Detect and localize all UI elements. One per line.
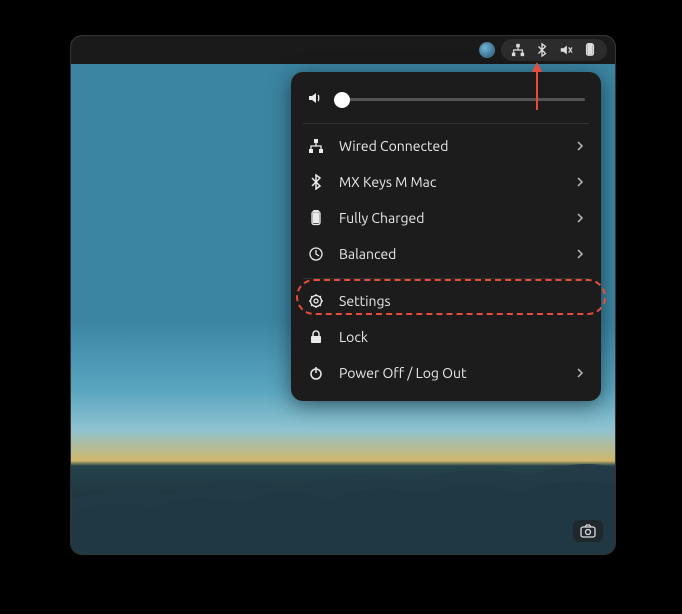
input-source-indicator[interactable] bbox=[479, 42, 495, 58]
volume-row bbox=[291, 82, 601, 123]
top-bar bbox=[71, 36, 615, 64]
desktop: Wired Connected MX Keys M Mac Fully Char… bbox=[70, 35, 616, 555]
menu-item-label: Lock bbox=[339, 329, 585, 345]
chevron-right-icon bbox=[575, 174, 585, 190]
lock-icon bbox=[307, 329, 325, 345]
battery-icon bbox=[307, 210, 325, 226]
bluetooth-icon bbox=[307, 174, 325, 190]
menu-item-label: Wired Connected bbox=[339, 138, 561, 154]
chevron-right-icon bbox=[575, 246, 585, 262]
screenshot-button[interactable] bbox=[573, 520, 603, 542]
wallpaper-clouds bbox=[71, 394, 616, 554]
settings-icon bbox=[307, 293, 325, 309]
battery-menu-item[interactable]: Fully Charged bbox=[291, 200, 601, 236]
lock-menu-item[interactable]: Lock bbox=[291, 319, 601, 355]
chevron-right-icon bbox=[575, 365, 585, 381]
menu-divider bbox=[303, 278, 589, 279]
volume-muted-icon bbox=[559, 43, 573, 57]
menu-item-label: MX Keys M Mac bbox=[339, 174, 561, 190]
network-menu-item[interactable]: Wired Connected bbox=[291, 128, 601, 164]
chevron-right-icon bbox=[575, 138, 585, 154]
chevron-right-icon bbox=[575, 210, 585, 226]
menu-divider bbox=[303, 123, 589, 124]
battery-full-icon bbox=[583, 43, 597, 57]
volume-slider[interactable] bbox=[335, 98, 585, 101]
power-icon bbox=[307, 365, 325, 381]
power-mode-icon bbox=[307, 246, 325, 262]
bluetooth-menu-item[interactable]: MX Keys M Mac bbox=[291, 164, 601, 200]
menu-item-label: Balanced bbox=[339, 246, 561, 262]
bluetooth-icon bbox=[535, 43, 549, 57]
volume-slider-thumb[interactable] bbox=[334, 92, 350, 108]
menu-item-label: Power Off / Log Out bbox=[339, 365, 561, 381]
power-off-menu-item[interactable]: Power Off / Log Out bbox=[291, 355, 601, 391]
power-mode-menu-item[interactable]: Balanced bbox=[291, 236, 601, 272]
system-menu: Wired Connected MX Keys M Mac Fully Char… bbox=[291, 72, 601, 401]
menu-item-label: Fully Charged bbox=[339, 210, 561, 226]
system-tray[interactable] bbox=[501, 39, 607, 61]
menu-item-label: Settings bbox=[339, 293, 585, 309]
volume-icon bbox=[307, 90, 323, 109]
network-wired-icon bbox=[307, 138, 325, 154]
network-wired-icon bbox=[511, 43, 525, 57]
settings-menu-item[interactable]: Settings bbox=[291, 283, 601, 319]
